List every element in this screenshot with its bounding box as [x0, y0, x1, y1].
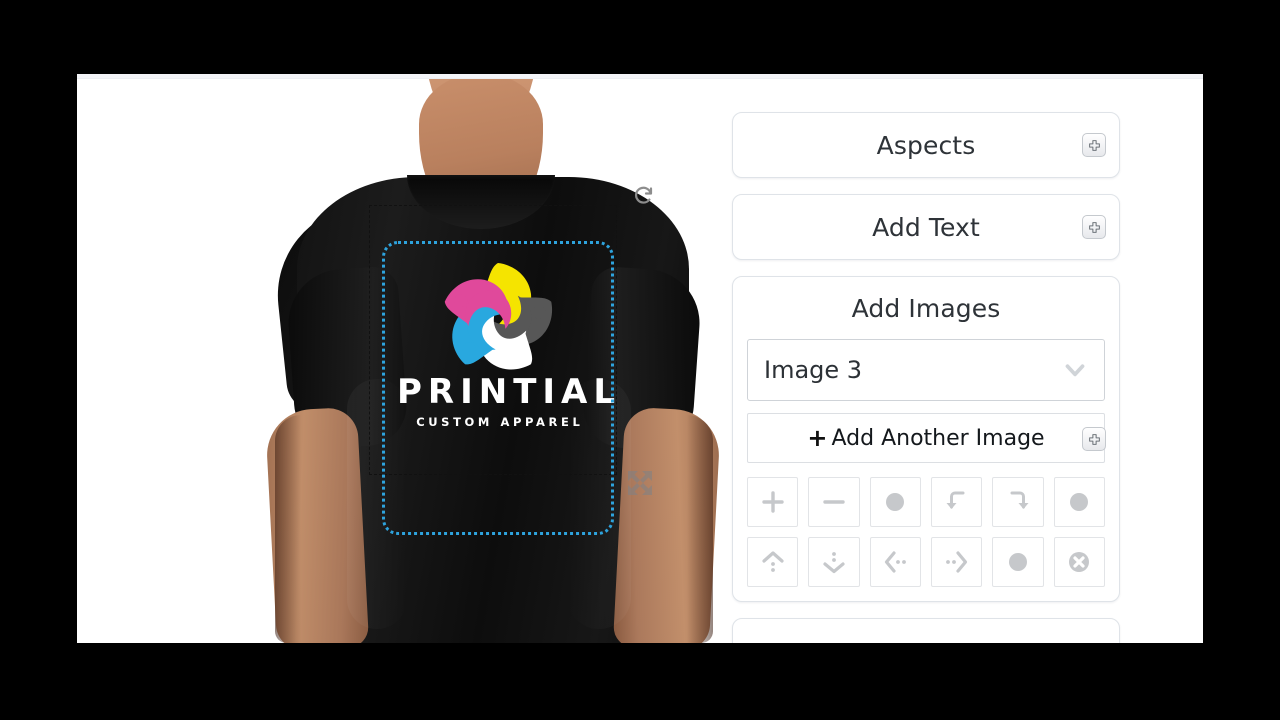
circle-button-3[interactable]	[992, 537, 1044, 587]
circle-button-2[interactable]	[1053, 477, 1105, 527]
arrow-left-icon	[885, 551, 907, 573]
add-panel-icon[interactable]	[1082, 133, 1106, 157]
minus-icon	[823, 500, 845, 504]
panel-aspects-bar[interactable]: Aspects	[733, 113, 1119, 177]
arrow-down-icon	[823, 552, 845, 574]
product-preview[interactable]: PRINTIAL CUSTOM APPAREL	[167, 79, 727, 643]
plus-badge-icon	[1088, 433, 1100, 445]
plus-glyph: +	[807, 424, 828, 452]
panel-add-text-bar[interactable]: Add Text	[733, 195, 1119, 259]
rotate-left-button[interactable]	[930, 477, 983, 527]
circle-icon	[886, 493, 905, 511]
move-up-button[interactable]	[747, 537, 799, 587]
move-right-button[interactable]	[930, 537, 983, 587]
close-circle-icon	[1069, 552, 1090, 572]
plus-badge-icon	[1088, 221, 1100, 233]
rotate-left-icon	[946, 491, 965, 509]
resize-arrows-icon[interactable]	[622, 465, 658, 501]
image-select-value: Image 3	[764, 356, 863, 384]
rotate-right-icon	[1010, 491, 1029, 509]
arm-shadow-left	[275, 415, 301, 643]
plus-badge-icon	[1088, 139, 1100, 151]
rotate-icon[interactable]	[632, 183, 656, 207]
plus-icon	[761, 491, 784, 513]
add-another-image-label: Add Another Image	[831, 425, 1045, 451]
panel-next-partial[interactable]	[732, 618, 1120, 643]
panel-add-text-title: Add Text	[872, 212, 980, 242]
add-panel-icon[interactable]	[1082, 427, 1106, 451]
zoom-in-button[interactable]	[747, 477, 799, 527]
panel-add-images-bar[interactable]: Add Images	[733, 277, 1119, 339]
selection-bounding-box[interactable]	[382, 241, 614, 535]
tools-sidebar: Aspects Add Text Add Images Image 3 + Ad…	[732, 112, 1120, 643]
circle-icon	[1070, 493, 1089, 511]
add-panel-icon[interactable]	[1082, 215, 1106, 239]
rotate-right-button[interactable]	[992, 477, 1044, 527]
move-left-button[interactable]	[869, 537, 921, 587]
image-tool-grid	[733, 463, 1119, 587]
panel-add-images-title: Add Images	[851, 293, 1001, 323]
panel-aspects-title: Aspects	[876, 130, 976, 160]
panel-add-text[interactable]: Add Text	[732, 194, 1120, 260]
zoom-out-button[interactable]	[808, 477, 860, 527]
image-select[interactable]: Image 3	[747, 339, 1105, 401]
circle-icon	[1008, 553, 1027, 571]
panel-aspects[interactable]: Aspects	[732, 112, 1120, 178]
panel-add-images: Add Images Image 3 + Add Another Image	[732, 276, 1120, 602]
add-another-image-button[interactable]: + Add Another Image	[747, 413, 1105, 463]
app-viewport: PRINTIAL CUSTOM APPAREL Aspects Add Text…	[0, 0, 1280, 720]
arrow-up-icon	[762, 551, 784, 572]
move-down-button[interactable]	[808, 537, 860, 587]
arm-shadow-right	[687, 415, 713, 643]
image-select-wrap: Image 3	[733, 339, 1119, 401]
arrow-right-icon	[945, 551, 967, 573]
circle-button-1[interactable]	[869, 477, 921, 527]
delete-button[interactable]	[1053, 537, 1105, 587]
designer-page: PRINTIAL CUSTOM APPAREL Aspects Add Text…	[77, 74, 1203, 643]
chevron-down-icon	[1065, 364, 1085, 377]
